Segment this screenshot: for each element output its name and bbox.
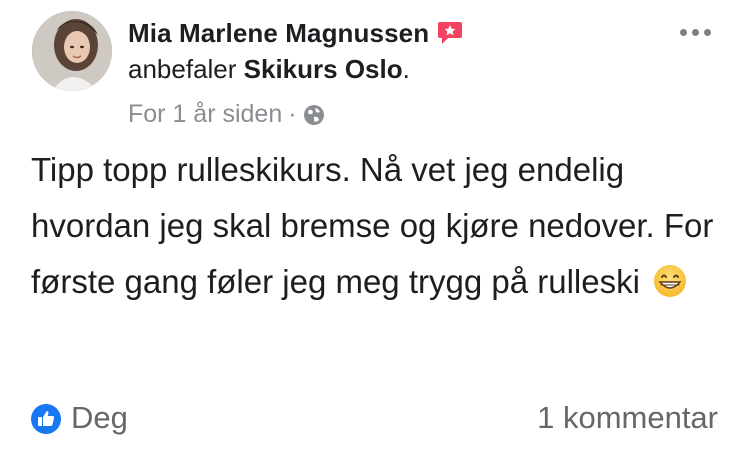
more-dot-icon — [704, 28, 711, 36]
more-dot-icon — [692, 28, 699, 36]
recommendation-post: Mia Marlene Magnussen anbefaler Skikurs … — [0, 0, 750, 456]
post-footer: Deg 1 kommentar — [0, 398, 750, 442]
post-body-text: Tipp topp rulleskikurs. Nå vet jeg endel… — [31, 151, 714, 300]
avatar[interactable] — [32, 11, 112, 91]
recommends-line: anbefaler Skikurs Oslo. — [128, 53, 410, 85]
author-row: Mia Marlene Magnussen — [128, 16, 463, 50]
post-body: Tipp topp rulleskikurs. Nå vet jeg endel… — [31, 142, 721, 310]
grinning-face-icon — [654, 265, 687, 297]
recommend-icon — [438, 22, 463, 44]
more-dot-icon — [680, 28, 687, 36]
recommends-verb: anbefaler — [128, 54, 237, 84]
more-options-button[interactable] — [680, 22, 720, 42]
timestamp[interactable]: For 1 år siden — [128, 100, 282, 129]
page-name-suffix: . — [402, 54, 410, 84]
reaction-summary-label[interactable]: Deg — [71, 400, 128, 436]
post-meta: For 1 år siden · — [128, 100, 325, 129]
thumbs-up-icon[interactable] — [31, 404, 61, 434]
author-name[interactable]: Mia Marlene Magnussen — [128, 18, 429, 49]
avatar-photo — [32, 11, 112, 91]
meta-separator: · — [288, 100, 297, 128]
comment-count-link[interactable]: 1 kommentar — [537, 400, 718, 436]
page-name-link[interactable]: Skikurs Oslo — [244, 54, 403, 84]
globe-icon[interactable] — [303, 104, 325, 126]
